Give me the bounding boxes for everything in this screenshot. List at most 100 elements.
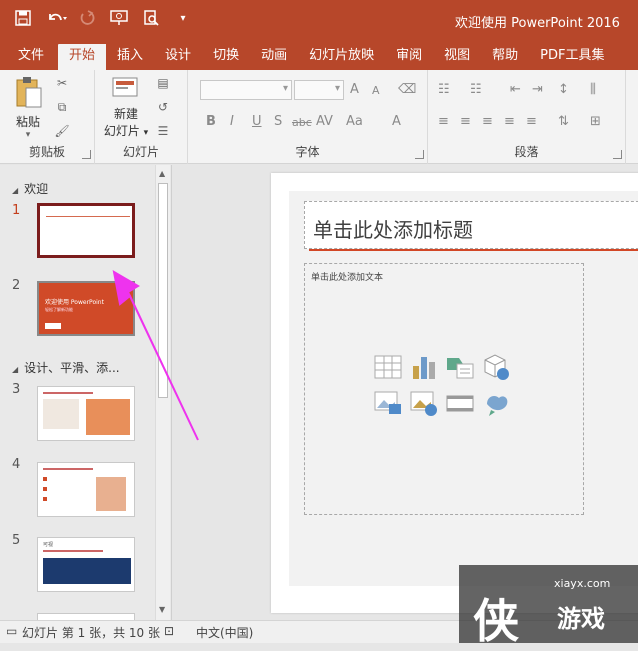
tab-pdf-tools[interactable]: PDF工具集 [529,44,615,70]
tab-review[interactable]: 审阅 [385,44,433,70]
layout-icon[interactable]: ▤ [155,76,171,90]
clipboard-group: 粘贴 ▾ ✂ ⧉ 🖌 剪贴板 [0,70,95,164]
strikethrough-button[interactable]: abc [292,116,312,129]
smartart-icon[interactable]: ⊞ [590,114,601,129]
font-shrink-icon[interactable]: A [372,84,380,97]
font-launcher[interactable] [415,150,424,159]
insert-3d-model-icon[interactable] [481,352,511,382]
new-slide-button[interactable]: 新建 幻灯片 ▾ [101,76,151,139]
italic-button[interactable]: I [230,114,234,129]
paste-button[interactable]: 粘贴 ▾ [10,76,46,140]
slide-editing-area: 单击此处添加标题 单击此处添加文本 [173,165,638,620]
slide-thumbnail-1[interactable] [37,203,135,258]
text-shadow-button[interactable]: S [274,114,282,129]
font-grow-icon[interactable]: A [350,82,359,97]
increase-indent-icon[interactable]: ⇥ [532,82,543,97]
title-placeholder[interactable]: 单击此处添加标题 [304,201,638,249]
slide-thumbnail-2[interactable]: 欢迎使用 PowerPoint 轻松了解新功能 [37,281,135,336]
insert-online-picture-icon[interactable] [409,388,439,418]
spell-check-icon[interactable]: ⊡ [164,624,174,638]
language-indicator[interactable]: 中文(中国) [196,624,253,641]
insert-icons-icon[interactable] [481,388,511,418]
tab-view[interactable]: 视图 [433,44,481,70]
thumbnail-scrollbar[interactable]: ▲ ▼ [155,165,170,620]
slide-thumbnail-3[interactable] [37,386,135,441]
underline-button[interactable]: U [252,114,262,129]
tab-design[interactable]: 设计 [154,44,202,70]
new-slide-label-2: 幻灯片 ▾ [103,124,149,138]
cut-icon[interactable]: ✂ [54,76,70,90]
content-placeholder[interactable]: 单击此处添加文本 [304,263,584,515]
new-slide-icon [112,77,138,97]
slide-view-icon[interactable]: ▭ [6,624,17,638]
scroll-down-icon[interactable]: ▼ [159,605,165,614]
paragraph-group: ☷ ☷ ⇤ ⇥ ↕ ⫼ ≡ ≡ ≡ ≡ ≡ ⇅ ⊞ 段落 [428,70,626,164]
reset-icon[interactable]: ↺ [155,100,171,114]
tab-file[interactable]: 文件 [8,44,58,70]
clear-format-icon[interactable]: ⌫ [398,82,416,97]
preview-icon[interactable] [142,10,160,28]
tab-insert[interactable]: 插入 [106,44,154,70]
window-title: 欢迎使用 PowerPoint 2016 Po [455,16,620,31]
insert-picture-icon[interactable] [373,388,403,418]
insert-table-icon[interactable] [373,352,403,382]
scroll-up-icon[interactable]: ▲ [159,169,165,178]
clipboard-launcher[interactable] [82,150,91,159]
section-header-welcome[interactable]: ◢ 欢迎 [12,180,48,197]
redo-icon[interactable] [78,10,96,28]
ribbon-tabs: 文件 开始 插入 设计 切换 动画 幻灯片放映 审阅 视图 帮助 PDF工具集 [0,40,638,70]
slide-thumbnail-4[interactable] [37,462,135,517]
numbering-icon[interactable]: ☷ [470,82,482,97]
justify-icon[interactable]: ≡ [504,114,515,129]
collapse-icon[interactable]: ◢ [12,186,18,195]
bullets-icon[interactable]: ☷ [438,82,450,97]
collapse-icon[interactable]: ◢ [12,365,18,374]
char-spacing-button[interactable]: AV [316,114,333,129]
insert-smartart-icon[interactable] [445,352,475,382]
tab-slideshow[interactable]: 幻灯片放映 [298,44,385,70]
thumb-2-title: 欢迎使用 PowerPoint [45,299,104,306]
paragraph-launcher[interactable] [613,150,622,159]
insert-video-icon[interactable] [445,388,475,418]
font-color-button[interactable]: A [392,114,401,129]
slide-canvas[interactable]: 单击此处添加标题 单击此处添加文本 [271,173,638,613]
insert-content-icons [373,352,515,418]
change-case-button[interactable]: Aa [346,114,363,129]
undo-icon[interactable] [46,10,67,28]
insert-chart-icon[interactable] [409,352,439,382]
text-direction-icon[interactable]: ⇅ [558,114,569,129]
align-left-icon[interactable]: ≡ [438,114,449,129]
align-right-icon[interactable]: ≡ [482,114,493,129]
section-header-design[interactable]: ◢ 设计、平滑、添... [12,359,120,376]
paste-dropdown-icon[interactable]: ▾ [10,130,46,140]
paste-label: 粘贴 [15,115,40,129]
font-name-combo[interactable] [200,80,292,100]
columns-icon[interactable]: ⫼ [590,82,596,97]
slide-thumbnail-5[interactable]: 可视 [37,537,135,592]
scroll-thumb[interactable] [158,183,168,398]
tab-help[interactable]: 帮助 [481,44,529,70]
decrease-indent-icon[interactable]: ⇤ [510,82,521,97]
align-center-icon[interactable]: ≡ [460,114,471,129]
font-size-combo[interactable] [294,80,344,100]
distribute-icon[interactable]: ≡ [526,114,537,129]
paste-icon [16,77,42,108]
watermark-logo: 侠 [473,594,519,648]
slide-thumbnail-pane: ◢ 欢迎 1 2 欢迎使用 PowerPoint 轻松了解新功能 ◢ 设计、平滑、添… [0,165,172,620]
copy-icon[interactable]: ⧉ [54,100,70,114]
font-group: A A ⌫ B I U S abc AV Aa A 字体 [188,70,428,164]
paragraph-label: 段落 [514,145,539,159]
bold-button[interactable]: B [206,114,216,129]
save-icon[interactable] [14,10,32,28]
tab-home[interactable]: 开始 [58,44,107,70]
thumb-2-subtitle: 轻松了解新功能 [45,307,73,312]
tab-transitions[interactable]: 切换 [202,44,250,70]
line-spacing-icon[interactable]: ↕ [558,82,569,97]
slides-group: 新建 幻灯片 ▾ ▤ ↺ ☰ 幻灯片 [95,70,188,164]
customize-icon[interactable]: ▾ [174,10,192,28]
slideshow-icon[interactable] [110,10,128,28]
tab-animations[interactable]: 动画 [250,44,298,70]
format-painter-icon[interactable]: 🖌 [54,124,70,138]
section-icon[interactable]: ☰ [155,124,171,138]
slide-thumbnail-6[interactable] [37,613,135,620]
